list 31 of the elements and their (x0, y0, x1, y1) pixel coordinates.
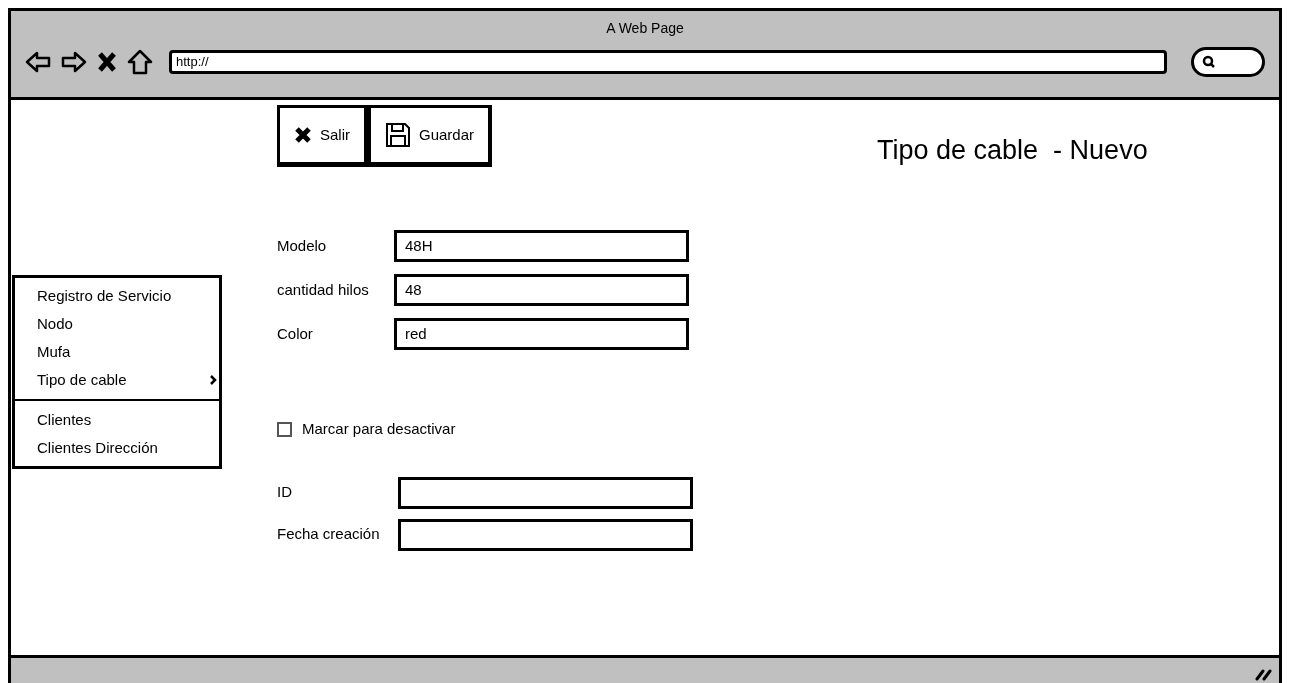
field-label: Fecha creación (277, 524, 381, 545)
input-field[interactable]: 48H (394, 230, 689, 262)
menu-item[interactable]: Nodo (15, 310, 219, 338)
page-title: Tipo de cable - Nuevo (877, 135, 1148, 165)
input-field[interactable]: red (394, 318, 689, 350)
search-icon (1202, 55, 1216, 69)
window-title: A Web Page (605, 19, 685, 38)
address-field[interactable]: http:// (169, 50, 1167, 74)
input-field[interactable] (398, 518, 693, 551)
menu-item[interactable]: Mufa (15, 338, 219, 366)
exit-button[interactable]: Salir (277, 105, 368, 167)
search-field[interactable] (1191, 47, 1265, 77)
field-label: ID (277, 482, 293, 503)
input-field[interactable]: 48 (394, 274, 689, 306)
menu-item[interactable]: Registro de Servicio (15, 282, 219, 310)
menu-item[interactable]: Tipo de cable (15, 366, 219, 394)
input-field[interactable] (398, 476, 693, 509)
chevron-icon (209, 374, 217, 386)
save-button[interactable]: Guardar (368, 105, 493, 167)
field-label: cantidad hilos (277, 279, 370, 300)
forward-arrow-icon[interactable] (61, 49, 87, 75)
resize-grip-icon[interactable] (1255, 667, 1273, 681)
checkbox[interactable] (277, 421, 292, 437)
field-label: Modelo (277, 235, 328, 256)
menu-item[interactable]: Clientes Dirección (15, 434, 219, 462)
back-arrow-icon[interactable] (25, 49, 51, 75)
home-icon[interactable] (127, 49, 153, 75)
close-icon (294, 126, 312, 144)
checkbox-label: Marcar para desactivar (302, 419, 456, 439)
field-label: Color (277, 323, 314, 344)
menu-item[interactable]: Clientes (15, 406, 219, 434)
